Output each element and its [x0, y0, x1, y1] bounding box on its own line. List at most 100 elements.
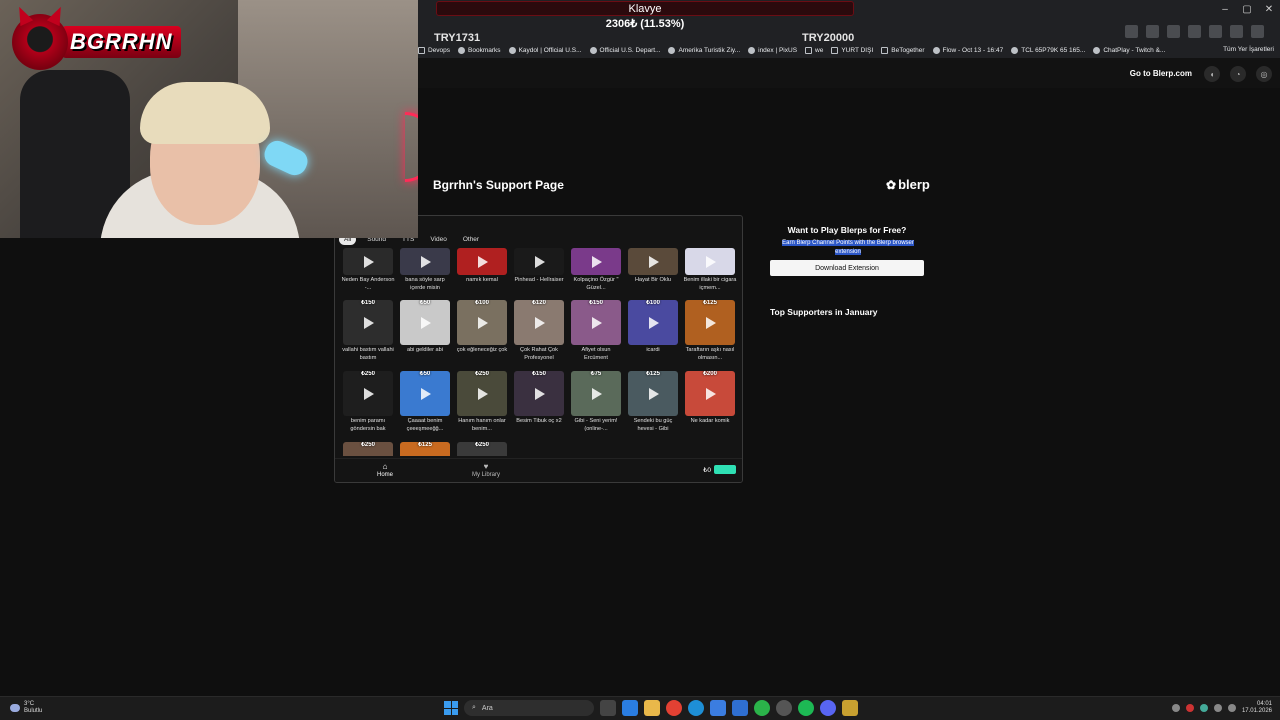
blerp-tile[interactable]: ₺125: [398, 442, 452, 456]
play-icon: [421, 255, 431, 268]
bookmark-item[interactable]: index | PixUS: [748, 46, 797, 54]
task-view-icon[interactable]: [600, 700, 616, 716]
file-explorer-icon[interactable]: [644, 700, 660, 716]
profile-avatar-icon[interactable]: ◎: [1256, 66, 1272, 82]
blerp-tile[interactable]: Benim illaki bir cigara içmem...: [683, 248, 737, 298]
spotify-icon[interactable]: [798, 700, 814, 716]
blerp-thumbnail: ₺150: [514, 371, 564, 416]
discord-icon[interactable]: [820, 700, 836, 716]
close-icon[interactable]: ✕: [1258, 0, 1280, 18]
bookmark-item[interactable]: Official U.S. Depart...: [589, 46, 660, 54]
bookmark-item[interactable]: Bookmarks: [458, 46, 501, 54]
blerp-tile[interactable]: bana söyle sarp içerde misin: [398, 248, 452, 298]
cast-icon[interactable]: [1125, 25, 1138, 38]
blerp-thumbnail: ₺150: [571, 300, 621, 345]
blerp-tile[interactable]: ₺150 Afiyet olsun Ercüment: [569, 300, 623, 369]
blerp-tile[interactable]: ₺100 icardi: [626, 300, 680, 369]
goto-blerp-link[interactable]: Go to Blerp.com: [1130, 69, 1192, 78]
league-icon[interactable]: [842, 700, 858, 716]
tray-chevron-icon[interactable]: [1171, 704, 1180, 712]
blerp-tile[interactable]: ₺200 Ne kadar komik: [683, 371, 737, 440]
balance[interactable]: ₺0: [703, 465, 736, 474]
windows-start-icon[interactable]: [444, 701, 458, 715]
volume-tray-icon[interactable]: [1227, 704, 1236, 712]
profile-icon[interactable]: [1230, 25, 1243, 38]
tray-app-icon[interactable]: [1185, 704, 1194, 712]
bookmark-item[interactable]: Kaydol | Official U.S...: [508, 46, 582, 54]
page-title: Bgrrhn's Support Page: [433, 178, 564, 192]
extensions-icon[interactable]: [1188, 25, 1201, 38]
bookmark-item[interactable]: Amerika Turistik Ziy...: [668, 46, 741, 54]
bookmark-item[interactable]: BeTogether: [881, 46, 925, 54]
bookmark-item[interactable]: we: [805, 46, 823, 54]
bookmark-item[interactable]: Devops: [418, 46, 450, 54]
menu-icon[interactable]: [1251, 25, 1264, 38]
nav-my-library[interactable]: ♥ My Library: [472, 462, 500, 478]
blerp-tile[interactable]: ₺125 Sendeki bu güç hevesi - Gibi: [626, 371, 680, 440]
top-supporters-title: Top Supporters in January: [770, 307, 878, 317]
blerp-tile[interactable]: ₺150 vallahi bastım vallahi bastım: [341, 300, 395, 369]
play-icon: [649, 255, 659, 268]
taskbar-search[interactable]: ⌕ Ara: [464, 700, 594, 716]
blerp-tile[interactable]: ₺250: [341, 442, 395, 456]
bookmark-item[interactable]: Flow - Oct 13 - 16:47: [932, 46, 1003, 54]
blerp-thumbnail: [343, 248, 393, 275]
play-icon: [592, 387, 602, 400]
blerp-title: çok eğleneceğiz çok: [456, 347, 508, 353]
bookmark-item[interactable]: TCL 65P79K 65 165...: [1011, 46, 1085, 54]
blerp-thumbnail: [514, 248, 564, 275]
blerp-tile[interactable]: ₺100 çok eğleneceğiz çok: [455, 300, 509, 369]
blerp-tile[interactable]: Kolpaçino Özgür " Güzel...: [569, 248, 623, 298]
blerp-title: bana söyle sarp içerde misin: [405, 277, 445, 291]
blerp-tile[interactable]: ₺120 Çok Rahat Çok Profesyonel: [512, 300, 566, 369]
blerp-tile[interactable]: Hayat Bir Oklu: [626, 248, 680, 298]
tab-other[interactable]: Other: [458, 234, 484, 245]
copilot-icon[interactable]: [622, 700, 638, 716]
blerp-tile[interactable]: ₺250 Hanım hanım onlar benim...: [455, 371, 509, 440]
folder-icon: [805, 46, 813, 54]
promo-title: Want to Play Blerps for Free?: [787, 225, 907, 235]
settings-icon[interactable]: [776, 700, 792, 716]
blerp-tile[interactable]: Pinhead - Hellraiser: [512, 248, 566, 298]
play-icon: [535, 387, 545, 400]
nav-home[interactable]: ⌂ Home: [377, 462, 393, 478]
weather-widget[interactable]: 3°C Bulutlu: [10, 701, 42, 715]
bell-icon[interactable]: ◔: [1230, 66, 1246, 82]
taskbar-clock[interactable]: 04:01 17.01.2026: [1242, 701, 1272, 715]
bookmark-label: Amerika Turistik Ziy...: [678, 46, 741, 54]
bookmark-item[interactable]: ChatPlay - Twitch &...: [1093, 46, 1165, 54]
blerp-tile[interactable]: ₺50 abi geldiler abi: [398, 300, 452, 369]
blerp-tile[interactable]: ₺250 benim paramı göndersin bak: [341, 371, 395, 440]
blerp-tile[interactable]: ₺150 Besim Tibuk oç x2: [512, 371, 566, 440]
store-icon[interactable]: [710, 700, 726, 716]
blerp-tile[interactable]: ₺250: [455, 442, 509, 456]
blerp-tile[interactable]: Neden Bay Anderson -...: [341, 248, 395, 298]
chrome-icon[interactable]: [666, 700, 682, 716]
clock-time: 04:01: [1256, 701, 1272, 707]
translate-icon[interactable]: [1146, 25, 1159, 38]
mail-icon[interactable]: [732, 700, 748, 716]
blerp-title: Hayat Bir Oklu: [634, 277, 672, 283]
tab-video[interactable]: Video: [425, 234, 452, 245]
blerp-title: Sendeki bu güç hevesi - Gibi: [633, 418, 673, 432]
blerp-thumbnail: ₺250: [457, 371, 507, 416]
tray-app2-icon[interactable]: [1199, 704, 1208, 712]
bookmark-item[interactable]: YURT DIŞI: [831, 46, 874, 54]
bookmark-label: YURT DIŞI: [841, 46, 874, 54]
blerp-logo[interactable]: ✿ blerp: [886, 177, 930, 192]
minimize-icon[interactable]: –: [1214, 0, 1236, 18]
maximize-icon[interactable]: ▢: [1236, 0, 1258, 18]
whatsapp-icon[interactable]: [754, 700, 770, 716]
wifi-icon[interactable]: [1213, 704, 1222, 712]
blerp-tile[interactable]: ₺125 Taraftarın aşkı nasıl olmasın...: [683, 300, 737, 369]
volume-icon[interactable]: ◖: [1204, 66, 1220, 82]
blerp-tile[interactable]: namık kemal: [455, 248, 509, 298]
blerp-price: ₺250: [475, 442, 489, 448]
star-icon[interactable]: [1167, 25, 1180, 38]
blerp-tile[interactable]: ₺50 Çaaaat benim çeeeşmeeğğ...: [398, 371, 452, 440]
downloads-icon[interactable]: [1209, 25, 1222, 38]
download-extension-button[interactable]: Download Extension: [770, 260, 924, 276]
edge-icon[interactable]: [688, 700, 704, 716]
blerp-tile[interactable]: ₺75 Gibi - Seni yerim! (online-...: [569, 371, 623, 440]
globe-icon: [748, 46, 756, 54]
